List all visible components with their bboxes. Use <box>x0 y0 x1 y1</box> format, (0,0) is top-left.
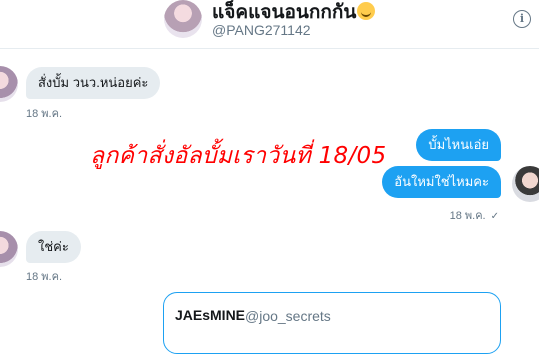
sent-check-icon: ✓ <box>490 211 499 222</box>
conversation-header: แจ็คแจนอนกกกัน @PANG271142 i <box>0 0 539 49</box>
quoted-tweet-author: JAEsMINE <box>175 307 246 323</box>
contact-avatar[interactable] <box>164 0 202 38</box>
contact-handle[interactable]: @PANG271142 <box>212 22 311 38</box>
message-timestamp: 18 พ.ค. <box>26 271 63 283</box>
message-timestamp: 18 พ.ค. ✓ <box>450 206 499 224</box>
smiling-face-icon <box>357 2 376 20</box>
info-icon[interactable]: i <box>513 10 531 28</box>
quoted-tweet-card[interactable]: JAEsMINE @joo_secrets <box>163 292 501 354</box>
annotation-text: ลูกค้าสั่งอัลบั้มเราวันที่ 18/05 <box>90 143 387 169</box>
message-bubble-outgoing[interactable]: อันใหม่ใช่ไหมคะ <box>382 166 501 198</box>
message-bubble-incoming[interactable]: สั่งบั้ม วนว.หน่อยค่ะ <box>26 67 161 99</box>
message-timestamp-text: 18 พ.ค. <box>449 210 486 222</box>
user-avatar[interactable] <box>512 166 539 202</box>
message-bubble-outgoing[interactable]: บั้มไหนเอ่ย <box>416 129 501 161</box>
message-bubble-incoming[interactable]: ใช่ค่ะ <box>26 231 81 263</box>
message-timestamp: 18 พ.ค. <box>26 108 63 120</box>
contact-avatar[interactable] <box>0 66 18 102</box>
contact-avatar[interactable] <box>0 231 18 267</box>
contact-name-text: แจ็คแจนอนกกกัน <box>212 2 357 23</box>
